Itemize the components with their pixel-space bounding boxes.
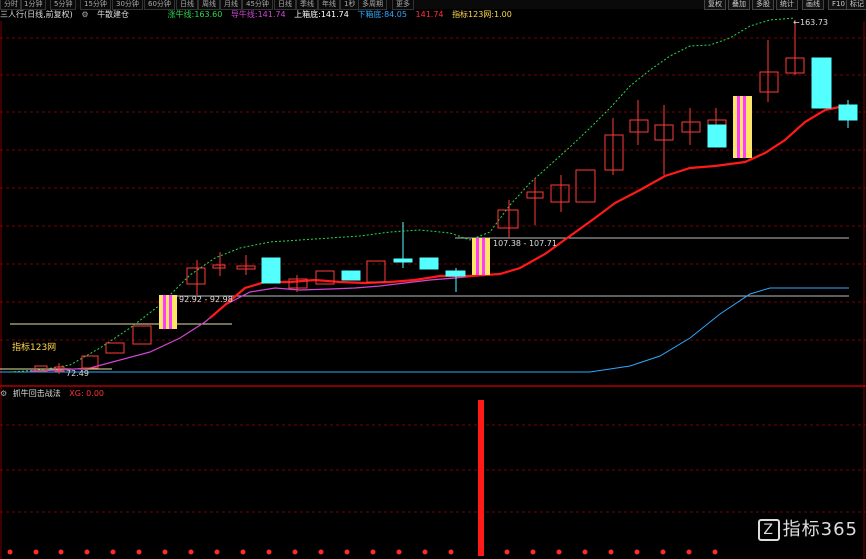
brand-badge-icon: Z [757, 519, 780, 541]
candles [34, 20, 858, 374]
trend-line [209, 103, 850, 319]
high-label: 163.73 [800, 18, 828, 27]
box2-label: 107.38 - 107.71 [493, 239, 557, 248]
sub-indicator-value: XG: 0.00 [69, 389, 104, 398]
brand-text: 指标365 [782, 519, 858, 540]
baseline-dots [7, 549, 718, 555]
gear-icon[interactable]: ⚙ [0, 389, 7, 398]
low-label: 72.49 [66, 369, 89, 378]
lower-box-line [0, 287, 849, 373]
upper-bull-line [9, 17, 796, 373]
brand-logo: Z 指标365 [757, 515, 858, 541]
signal-candle-3 [733, 96, 752, 158]
sub-info-bar: ⚙ 抓牛回击战法 XG: 0.00 [0, 388, 104, 400]
high-arrow-icon: ← [793, 18, 800, 27]
box1-label: 92.92 - 92.98 [179, 295, 233, 304]
signal-candle-1 [159, 295, 177, 329]
signal-candle-2 [472, 238, 490, 275]
kline-chart[interactable]: 163.73 ← 72.49 92.92 - 92.98 107.38 - 10… [0, 0, 866, 559]
watermark-left: 指标123网 [12, 341, 56, 353]
signal-bar [478, 400, 484, 556]
sub-indicator-name[interactable]: 抓牛回击战法 [13, 389, 61, 398]
